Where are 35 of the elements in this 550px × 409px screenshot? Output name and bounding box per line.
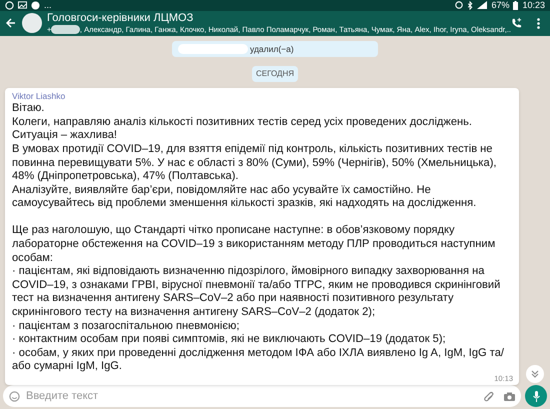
battery-icon <box>513 0 518 10</box>
message-paragraph: Аналізуйте, виявляйте бар’єри, повідомляйте нас або усувайте їх самостійно. Не самоусувайтесь від проблеми зменшення кількості зразків, які надходять на дослідження. <box>12 184 478 211</box>
message-paragraph: Колеги, направляю аналіз кількості позитивних тестів серед усіх проведених досліджень. <box>12 116 473 130</box>
bluetooth-icon <box>467 0 474 10</box>
message-paragraph: Вітаю. <box>12 102 46 116</box>
microphone-icon <box>532 390 540 402</box>
back-arrow-icon[interactable] <box>6 18 16 28</box>
message-input[interactable]: Введите текст <box>26 388 484 404</box>
message-paragraph: Ще раз наголошую, що Стандарті чітко прописане наступне: в обов’язковому порядку лабораторне обстеження на COVID–19 з використанням методу ПЛР проводиться наступним особам: <box>12 224 496 266</box>
redaction-blur <box>178 44 248 54</box>
image-icon <box>18 1 27 10</box>
battery-percent: 67% <box>491 0 510 10</box>
message-paragraph: · пацієнтам, які відповідають визначенню підозрілого, ймовірного випадку захворювання на COVID–19, з ознаками ГРВІ, вірусної пневмонії та/або ТГРС, яким не проводився скринінговий тест на визначення антигену SARS–CoV–2 або при наявності позитивного результату скринінгового тесту на визначення антигену SARS–CoV–2 (додаток 2); <box>12 265 502 320</box>
clock: 10:23 <box>522 0 545 10</box>
system-message: удалил(−а) <box>172 41 378 58</box>
emoji-icon[interactable] <box>9 390 20 402</box>
microphone-button[interactable] <box>525 385 547 407</box>
message-paragraph: Ситуація – жахлива! <box>12 129 118 143</box>
camera-icon[interactable] <box>504 392 515 400</box>
sender-name: Viktor Liashko <box>12 91 66 102</box>
paperclip-icon[interactable] <box>484 390 494 402</box>
message-field[interactable]: Введите текст <box>3 385 521 407</box>
redaction-blur <box>51 25 80 34</box>
more-notifications: ... <box>44 0 52 10</box>
scroll-down-button[interactable] <box>526 365 544 383</box>
group-avatar[interactable] <box>22 13 42 34</box>
double-chevron-icon <box>531 370 539 378</box>
add-call-icon[interactable] <box>511 18 522 29</box>
message-paragraph: · пацієнтам з позагоспітальною пневмонією; <box>12 320 240 334</box>
more-options-icon[interactable] <box>537 18 540 29</box>
message-paragraph: · контактним особам при появі симптомів, які не виключають COVID–19 (додаток 5); <box>12 333 447 347</box>
message-paragraph: В умовах протидії COVID–19, для взяття епідемії під контроль, кількість позитивних тестів не повинна перевищувати 5%. У нас є області з 80% (Суми), 59% (Чернігів), 50% (Хмельницька), 48% (Дніпропетровська), 47% (Полтавська). <box>12 142 498 184</box>
chat-title[interactable]: Головгоси-керівники ЛЦМОЗ <box>47 12 511 25</box>
date-chip: СЕГОДНЯ <box>252 66 298 82</box>
message-paragraph: · особам, у яких при проведенні дослідження методом ІФА або ІХЛА виявлено Ig A, IgM, IgG та/або сумарні IgM, IgG. <box>12 346 505 374</box>
